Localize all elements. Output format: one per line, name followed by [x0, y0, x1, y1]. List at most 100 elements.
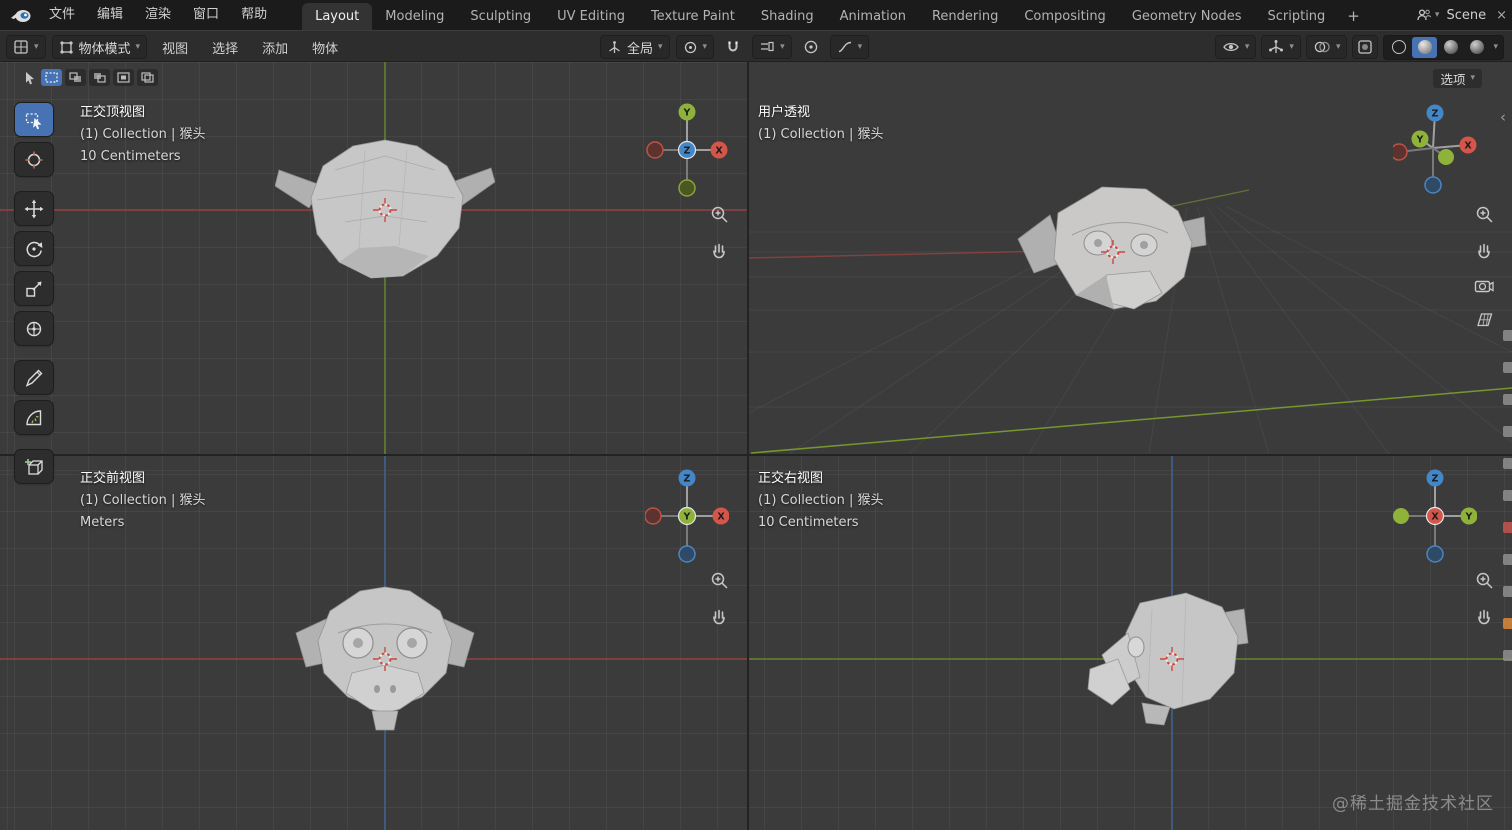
tab-geometry-nodes[interactable]: Geometry Nodes: [1119, 3, 1255, 30]
select-mode-extend-button[interactable]: [65, 69, 86, 86]
gizmo-neg-z-ball[interactable]: [1424, 176, 1442, 194]
overlays-toggle[interactable]: ▾: [1305, 35, 1348, 59]
proportional-editing-icon: [804, 40, 817, 54]
shading-material-button[interactable]: [1438, 37, 1463, 58]
properties-tab-icon-red[interactable]: [1503, 522, 1512, 533]
pan-hand-icon[interactable]: [1475, 607, 1494, 626]
menu-select[interactable]: 选择: [203, 38, 247, 57]
viewport-info-bottom-left: 正交前视图 (1) Collection | 猴头 Meters: [80, 468, 206, 534]
tab-scripting[interactable]: Scripting: [1254, 3, 1338, 30]
gizmos-toggle[interactable]: ▾: [1261, 35, 1301, 59]
gizmo-neg-x-ball[interactable]: [646, 141, 664, 159]
zoom-icon[interactable]: [1475, 571, 1494, 590]
grid-floor-icon[interactable]: [1475, 311, 1494, 328]
properties-tab-icon[interactable]: [1503, 394, 1512, 405]
pan-hand-icon[interactable]: [710, 241, 729, 260]
menu-object[interactable]: 物体: [303, 38, 347, 57]
zoom-icon[interactable]: [1475, 205, 1494, 224]
properties-tab-strip[interactable]: [1501, 330, 1512, 661]
viewport-top-right[interactable]: 用户透视 (1) Collection | 猴头 Z Y X 选项 ▾ ‹: [749, 62, 1512, 454]
proportional-falloff-selector[interactable]: ▾: [829, 35, 870, 59]
properties-tab-icon[interactable]: [1503, 330, 1512, 341]
tool-scale[interactable]: [15, 272, 53, 305]
editor-type-selector[interactable]: ▾: [6, 35, 46, 59]
viewport-bottom-left[interactable]: 正交前视图 (1) Collection | 猴头 Meters Z X Y: [0, 456, 747, 830]
tool-transform[interactable]: [15, 312, 53, 345]
options-button[interactable]: 选项 ▾: [1433, 69, 1482, 88]
menu-edit[interactable]: 编辑: [86, 0, 134, 30]
snap-toggle[interactable]: [720, 35, 746, 59]
properties-tab-icon[interactable]: [1503, 650, 1512, 661]
navigation-gizmo-top[interactable]: Y X Z: [645, 100, 729, 200]
properties-tab-icon[interactable]: [1503, 426, 1512, 437]
tool-rotate[interactable]: [15, 232, 53, 265]
select-mode-invert-button[interactable]: [113, 69, 134, 86]
tab-rendering[interactable]: Rendering: [919, 3, 1011, 30]
zoom-icon[interactable]: [710, 205, 729, 224]
gizmo-neg-x-ball[interactable]: [1393, 143, 1408, 161]
menu-render[interactable]: 渲染: [134, 0, 182, 30]
properties-tab-icon-orange[interactable]: [1503, 618, 1512, 629]
mode-selector[interactable]: 物体模式 ▾: [51, 35, 148, 59]
gizmo-y2-ball[interactable]: [1438, 149, 1454, 165]
navigation-gizmo-front[interactable]: Z X Y: [645, 466, 729, 566]
gizmo-neg-y-ball[interactable]: [1393, 508, 1409, 524]
properties-tab-icon[interactable]: [1503, 458, 1512, 469]
tab-shading[interactable]: Shading: [748, 3, 827, 30]
viewport-bottom-right[interactable]: 正交右视图 (1) Collection | 猴头 10 Centimeters…: [749, 456, 1512, 830]
shading-wireframe-button[interactable]: [1386, 37, 1411, 58]
tab-modeling[interactable]: Modeling: [372, 3, 457, 30]
tool-measure[interactable]: [15, 401, 53, 434]
pan-hand-icon[interactable]: [1475, 241, 1494, 260]
properties-tab-icon[interactable]: [1503, 554, 1512, 565]
tab-animation[interactable]: Animation: [827, 3, 919, 30]
gizmo-neg-z-ball[interactable]: [678, 545, 696, 563]
tab-layout[interactable]: Layout: [302, 3, 373, 30]
sidebar-collapse-arrow[interactable]: ‹: [1500, 108, 1506, 126]
scene-name[interactable]: Scene: [1442, 8, 1490, 23]
select-mode-intersect-button[interactable]: [137, 69, 158, 86]
scene-icon[interactable]: [1416, 7, 1432, 23]
camera-view-icon[interactable]: [1474, 277, 1494, 294]
zoom-icon[interactable]: [710, 571, 729, 590]
menu-add[interactable]: 添加: [253, 38, 297, 57]
select-mode-new-button[interactable]: [41, 69, 62, 86]
viewport-top-left[interactable]: 正交顶视图 (1) Collection | 猴头 10 Centimeters…: [0, 62, 747, 454]
gizmo-neg-y-ball[interactable]: [678, 179, 696, 197]
tab-texture-paint[interactable]: Texture Paint: [638, 3, 748, 30]
pan-hand-icon[interactable]: [710, 607, 729, 626]
tool-add-cube[interactable]: [15, 450, 53, 483]
add-workspace-button[interactable]: +: [1338, 3, 1369, 30]
chevron-down-icon: ▾: [780, 41, 785, 52]
shading-rendered-button[interactable]: [1464, 37, 1489, 58]
blender-logo[interactable]: [10, 7, 32, 23]
select-mode-subtract-button[interactable]: [89, 69, 110, 86]
tool-select-box[interactable]: [15, 103, 53, 136]
navigation-gizmo-perspective[interactable]: Z Y X: [1393, 100, 1477, 200]
properties-tab-icon[interactable]: [1503, 586, 1512, 597]
gizmo-neg-x-ball[interactable]: [645, 507, 662, 525]
transform-orientation-selector[interactable]: 全局 ▾: [600, 35, 670, 59]
pivot-point-selector[interactable]: ▾: [675, 35, 715, 59]
menu-view[interactable]: 视图: [153, 38, 197, 57]
shading-solid-button[interactable]: [1412, 36, 1438, 58]
tool-annotate[interactable]: [15, 361, 53, 394]
tab-uv-editing[interactable]: UV Editing: [544, 3, 638, 30]
tool-move[interactable]: [15, 192, 53, 225]
menu-window[interactable]: 窗口: [182, 0, 230, 30]
tab-compositing[interactable]: Compositing: [1011, 3, 1119, 30]
menu-help[interactable]: 帮助: [230, 0, 278, 30]
tab-sculpting[interactable]: Sculpting: [457, 3, 544, 30]
scene-unlink-button[interactable]: ×: [1493, 8, 1510, 23]
active-tool-icon[interactable]: [22, 70, 38, 86]
visibility-selector[interactable]: ▾: [1214, 35, 1257, 59]
navigation-gizmo-right[interactable]: Z Y X: [1393, 466, 1477, 566]
tool-cursor[interactable]: [15, 143, 53, 176]
xray-toggle[interactable]: [1352, 35, 1379, 59]
gizmo-neg-z-ball[interactable]: [1426, 545, 1444, 563]
properties-tab-icon[interactable]: [1503, 490, 1512, 501]
proportional-editing-toggle[interactable]: [798, 35, 824, 59]
snap-target-selector[interactable]: ▾: [752, 35, 792, 59]
menu-file[interactable]: 文件: [38, 0, 86, 30]
properties-tab-icon[interactable]: [1503, 362, 1512, 373]
